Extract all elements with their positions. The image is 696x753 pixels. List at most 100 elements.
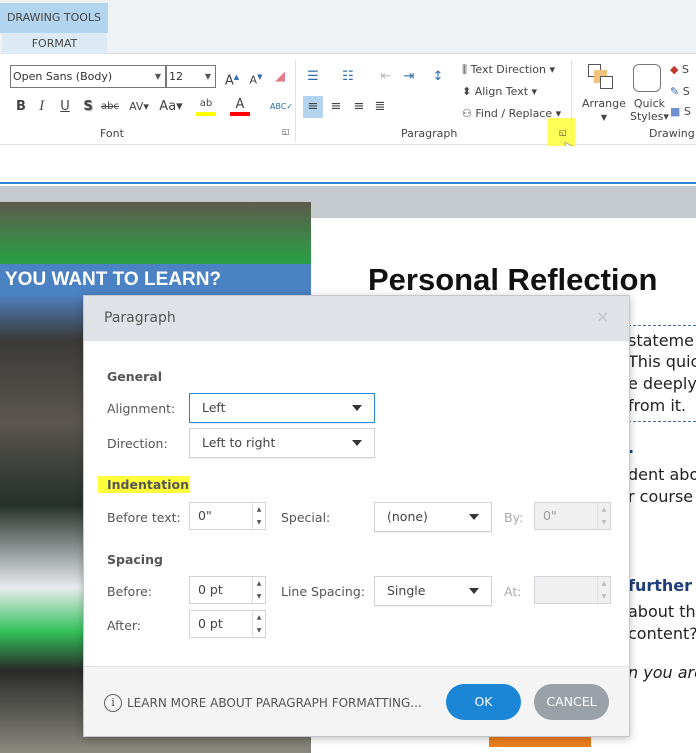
alignment-label: Alignment: (107, 401, 176, 416)
character-spacing-icon[interactable]: AV▾ (124, 96, 154, 118)
find-replace-button[interactable]: ⚇ Find / Replace ▾ (462, 107, 561, 120)
chevron-down-icon (352, 440, 362, 446)
bullets-icon[interactable]: ☰ (303, 66, 323, 88)
align-center-icon[interactable]: ≡ (326, 96, 346, 118)
font-size-select[interactable]: 12 ▼ (166, 65, 216, 88)
shadow-icon[interactable]: S (78, 96, 98, 118)
chevron-down-icon (469, 588, 479, 594)
paragraph-group-label: Paragraph (401, 127, 458, 140)
ok-button[interactable]: OK (446, 684, 521, 720)
chevron-down-icon: ▼ (154, 72, 161, 81)
arrange-icon (588, 64, 614, 90)
font-dialog-launcher-icon[interactable]: ◱ (282, 127, 290, 136)
line-spacing-icon[interactable]: ↕ (428, 66, 448, 88)
alignment-select[interactable]: Left (189, 393, 375, 423)
numbering-icon[interactable]: ☷ (338, 66, 358, 88)
italic-icon[interactable]: I (32, 96, 52, 118)
shape-fill-button[interactable]: ◆ S (670, 63, 689, 76)
direction-value: Left to right (202, 435, 276, 450)
shape-outline-button[interactable]: ✎ S (670, 85, 690, 98)
quick-styles-button[interactable]: Quick Styles▾ (630, 97, 669, 123)
body-text: from it. (628, 396, 687, 415)
drawing-group-label: Drawing (649, 127, 695, 140)
font-name-select[interactable]: Open Sans (Body) ▼ (10, 65, 166, 88)
justify-icon[interactable]: ≣ (370, 96, 390, 118)
strikethrough-icon[interactable]: abc (100, 96, 120, 118)
dialog-header: Paragraph × (84, 296, 629, 341)
stepper-arrows-icon[interactable]: ▲ ▼ (597, 503, 610, 529)
stepper-arrows-icon[interactable]: ▲ ▼ (252, 503, 265, 529)
quick-styles-label: Quick (633, 97, 665, 110)
clear-formatting-icon[interactable]: ◢ (270, 66, 290, 88)
chevron-down-icon (352, 405, 362, 411)
body-text: n you are (628, 663, 696, 682)
line-spacing-select[interactable]: Single (374, 576, 492, 606)
body-text: This quick (628, 352, 696, 371)
align-text-label: Align Text (474, 85, 529, 98)
arrange-label: Arrange (582, 97, 626, 110)
shrink-font-icon[interactable]: A▼ (246, 66, 266, 88)
stepper-arrows-icon[interactable]: ▲ ▼ (597, 577, 610, 603)
indentation-heading: Indentation (98, 476, 190, 493)
arrange-button[interactable]: Arrange ▼ (582, 97, 626, 123)
body-text: about thi (628, 602, 696, 621)
font-color-icon[interactable]: A (230, 96, 250, 116)
spacing-before-value: 0 pt (198, 582, 223, 597)
learn-more-link[interactable]: i LEARN MORE ABOUT PARAGRAPH FORMATTING..… (104, 694, 422, 712)
spacing-after-stepper[interactable]: 0 pt ▲ ▼ (189, 610, 266, 638)
tab-format[interactable]: FORMAT (2, 33, 107, 54)
toolbar-strip (0, 146, 696, 184)
before-text-value: 0" (198, 508, 212, 523)
shape-effects-button[interactable]: ■ S (670, 105, 691, 118)
text-direction-button[interactable]: ⫼ Text Direction ▾ (462, 63, 555, 77)
paragraph-dialog: Paragraph × General Alignment: Left Dire… (83, 295, 630, 737)
direction-select[interactable]: Left to right (189, 428, 375, 458)
underline-icon[interactable]: U (55, 96, 75, 118)
line-spacing-value: Single (387, 583, 426, 598)
by-stepper[interactable]: 0" ▲ ▼ (534, 502, 611, 530)
close-icon[interactable]: × (596, 307, 609, 326)
highlight-color-icon[interactable]: ab (196, 96, 216, 116)
shape-outline-label: S (682, 85, 690, 98)
at-stepper[interactable]: ▲ ▼ (534, 576, 611, 604)
cancel-button[interactable]: CANCEL (534, 684, 609, 720)
before-text-stepper[interactable]: 0" ▲ ▼ (189, 502, 266, 530)
learn-more-label: LEARN MORE ABOUT PARAGRAPH FORMATTING... (127, 696, 422, 710)
body-text: statemе (628, 331, 694, 350)
bold-icon[interactable]: B (11, 96, 31, 118)
increase-indent-icon[interactable]: ⇥ (399, 66, 419, 88)
spell-check-icon[interactable]: ABC✓ (270, 96, 293, 118)
group-divider (295, 60, 296, 142)
body-text: e deeply (628, 374, 696, 393)
spacing-before-stepper[interactable]: 0 pt ▲ ▼ (189, 576, 266, 604)
spacing-heading: Spacing (107, 552, 163, 567)
divider (628, 325, 696, 326)
align-right-icon[interactable]: ≡ (349, 96, 369, 118)
general-heading: General (107, 369, 162, 384)
quick-styles-icon (633, 64, 661, 92)
before-text-label: Before text: (107, 510, 181, 525)
direction-label: Direction: (107, 436, 168, 451)
divider (628, 421, 696, 422)
binoculars-icon: ⚇ (462, 107, 472, 120)
stepper-arrows-icon[interactable]: ▲ ▼ (252, 577, 265, 603)
special-select[interactable]: (none) (374, 502, 492, 532)
grow-font-icon[interactable]: A▲ (222, 66, 242, 88)
shape-effects-icon: ■ (670, 105, 681, 118)
group-divider (571, 60, 572, 142)
at-label: At: (504, 584, 522, 599)
spacing-after-value: 0 pt (198, 616, 223, 631)
align-text-button[interactable]: ⬍ Align Text ▾ (462, 85, 537, 98)
slide-banner: YOU WANT TO LEARN? (0, 264, 311, 296)
align-left-icon[interactable]: ≡ (303, 96, 323, 118)
alignment-value: Left (202, 400, 226, 415)
decrease-indent-icon[interactable]: ⇤ (376, 66, 396, 88)
text-direction-label: Text Direction (470, 63, 546, 76)
chevron-down-icon: ▼ (600, 113, 607, 122)
stepper-arrows-icon[interactable]: ▲ ▼ (252, 611, 265, 637)
change-case-icon[interactable]: Aa▾ (156, 96, 186, 118)
font-group-label: Font (100, 127, 124, 140)
body-text: content? (628, 624, 696, 643)
paint-bucket-icon: ◆ (670, 63, 679, 76)
align-text-icon: ⬍ (462, 85, 472, 98)
